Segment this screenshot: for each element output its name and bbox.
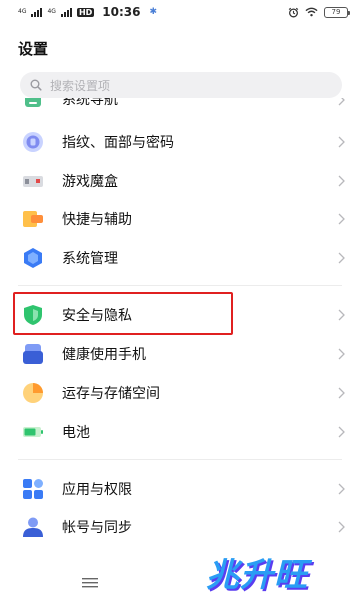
chevron-right-icon (338, 175, 345, 187)
network-type-label-2: 4G (47, 8, 56, 15)
status-bar: 4G 4G HD 10:36 ✱ 79 (0, 0, 360, 24)
battery-icon (23, 427, 43, 437)
settings-item-label: 应用与权限 (62, 482, 132, 498)
storage-icon (23, 383, 43, 403)
notification-icon: ✱ (149, 7, 158, 17)
settings-item-label: 帐号与同步 (62, 520, 132, 536)
watermark-logo: 兆升旺 (206, 555, 308, 594)
navigation-icon (25, 98, 41, 107)
menu-handle-icon[interactable] (82, 578, 98, 588)
wifi-icon (305, 7, 318, 17)
signal-bars-icon (31, 7, 43, 17)
settings-item-shortcut[interactable]: 快捷与辅助 (0, 199, 360, 239)
settings-item-security-privacy[interactable]: 安全与隐私 (0, 295, 360, 335)
search-placeholder: 搜索设置项 (50, 78, 111, 93)
search-icon (30, 79, 42, 91)
settings-item-label: 健康使用手机 (62, 347, 146, 363)
settings-item-storage[interactable]: 运存与存储空间 (0, 373, 360, 413)
chevron-right-icon (338, 348, 345, 360)
settings-item-account[interactable]: 帐号与同步 (0, 507, 360, 547)
section-divider (18, 459, 342, 460)
settings-item-label: 游戏魔盒 (62, 174, 118, 190)
settings-item-label: 运存与存储空间 (62, 386, 160, 402)
chevron-right-icon (338, 136, 345, 148)
signal-indicator-1: 4G (18, 9, 26, 15)
signal-indicator-2: 4G (47, 9, 55, 15)
settings-item-game-box[interactable]: 游戏魔盒 (0, 161, 360, 201)
chevron-right-icon (338, 252, 345, 264)
search-input[interactable]: 搜索设置项 (20, 72, 342, 98)
hd-badge: HD (76, 7, 95, 17)
health-icon (23, 344, 43, 364)
clock: 10:36 (102, 5, 141, 19)
page-title: 设置 (18, 40, 49, 58)
chevron-right-icon (338, 521, 345, 533)
settings-item-label: 系统导航 (62, 98, 118, 108)
settings-item-label: 指纹、面部与密码 (62, 135, 174, 151)
battery-level: 79 (331, 8, 341, 16)
section-divider (18, 285, 342, 286)
system-management-icon (24, 248, 42, 268)
chevron-right-icon (338, 426, 345, 438)
network-type-label: 4G (18, 8, 27, 15)
chevron-right-icon (338, 483, 345, 495)
chevron-right-icon (338, 98, 345, 106)
battery-indicator: 79 (324, 6, 350, 18)
chevron-right-icon (338, 213, 345, 225)
settings-item-label: 快捷与辅助 (62, 212, 132, 228)
fingerprint-icon (23, 132, 43, 152)
settings-item-apps[interactable]: 应用与权限 (0, 469, 360, 509)
settings-item-health[interactable]: 健康使用手机 (0, 334, 360, 374)
settings-item-label: 电池 (62, 425, 90, 441)
settings-item-navigation[interactable]: 系统导航 (0, 98, 360, 112)
alarm-icon (288, 7, 299, 17)
settings-item-label: 系统管理 (62, 251, 118, 267)
chevron-right-icon (338, 309, 345, 321)
signal-bars-icon-2 (60, 7, 72, 17)
shortcut-icon (23, 211, 43, 227)
settings-item-label: 安全与隐私 (62, 308, 132, 324)
shield-icon (24, 305, 42, 325)
settings-item-fingerprint[interactable]: 指纹、面部与密码 (0, 122, 360, 162)
settings-item-battery[interactable]: 电池 (0, 412, 360, 452)
chevron-right-icon (338, 387, 345, 399)
apps-icon (23, 479, 43, 499)
settings-item-system-management[interactable]: 系统管理 (0, 238, 360, 278)
account-icon (23, 517, 43, 537)
game-box-icon (23, 176, 43, 187)
